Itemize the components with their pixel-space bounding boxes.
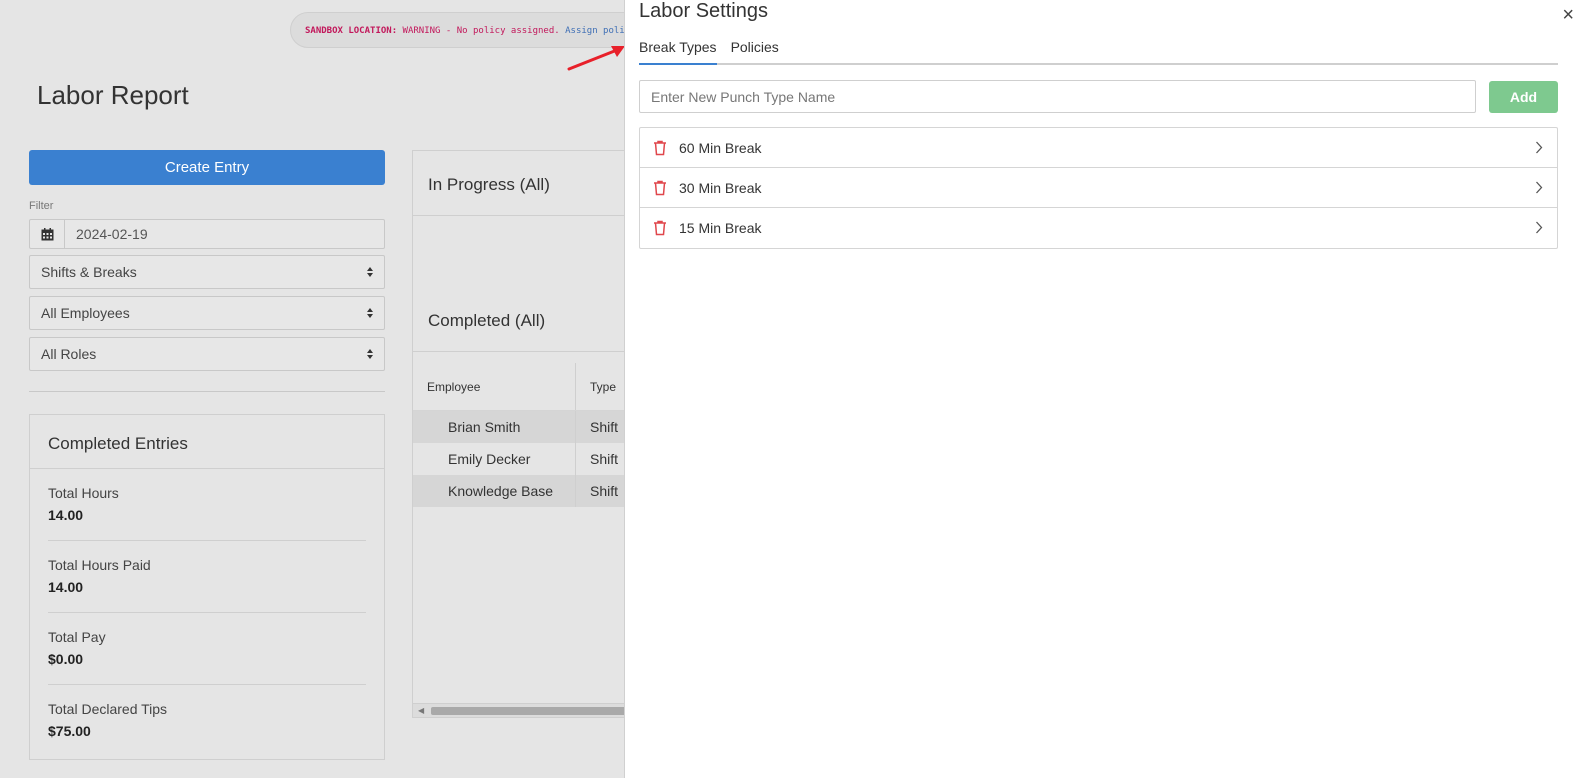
- punch-type-name-input[interactable]: [639, 80, 1476, 113]
- list-item[interactable]: 30 Min Break: [640, 168, 1557, 208]
- scroll-left-icon[interactable]: ◀: [418, 706, 424, 715]
- stat-label: Total Declared Tips: [48, 701, 168, 717]
- stat-total-pay: Total Pay $0.00: [48, 613, 366, 685]
- employee-cell: Emily Decker: [413, 443, 576, 475]
- stat-label: Total Pay: [48, 629, 106, 645]
- stat-label: Total Hours Paid: [48, 557, 151, 573]
- employee-cell: Brian Smith: [413, 411, 576, 443]
- labor-settings-drawer: Labor Settings × Break Types Policies Ad…: [624, 0, 1592, 778]
- filter-label: Filter: [29, 200, 54, 212]
- settings-tabs: Break Types Policies: [639, 36, 1558, 65]
- table-row[interactable]: Emily Decker Shift: [413, 443, 651, 475]
- employee-select-value: All Employees: [41, 305, 130, 321]
- type-cell: Shift: [590, 451, 619, 467]
- break-types-list: 60 Min Break 30 Min Break 15 Min Break: [639, 127, 1558, 249]
- list-item[interactable]: 15 Min Break: [640, 208, 1557, 248]
- sandbox-warning: WARNING - No policy assigned.: [402, 26, 560, 36]
- stat-value: $75.00: [48, 723, 91, 739]
- select-arrows-icon: [367, 267, 373, 277]
- close-icon[interactable]: ×: [1562, 4, 1574, 27]
- completed-entries-card: Completed Entries Total Hours 14.00 Tota…: [29, 414, 385, 760]
- create-entry-button[interactable]: Create Entry: [29, 150, 385, 185]
- stat-total-declared-tips: Total Declared Tips $75.00: [48, 685, 366, 757]
- date-value[interactable]: 2024-02-19: [65, 220, 148, 248]
- divider: [413, 215, 651, 216]
- chevron-right-icon: [1536, 181, 1543, 194]
- trash-icon[interactable]: [653, 180, 667, 196]
- role-select[interactable]: All Roles: [29, 337, 385, 371]
- stat-value: 14.00: [48, 579, 84, 595]
- tab-policies[interactable]: Policies: [731, 36, 779, 65]
- chevron-right-icon: [1536, 221, 1543, 234]
- employee-cell: Knowledge Base: [413, 475, 576, 507]
- entries-panel: In Progress (All) Completed (All) Employ…: [412, 150, 652, 718]
- table-row[interactable]: Knowledge Base Shift: [413, 475, 651, 507]
- date-filter-field[interactable]: 2024-02-19: [29, 219, 385, 249]
- completed-entries-title: Completed Entries: [30, 415, 384, 469]
- entries-table: Employee Type Brian Smith Shift Emily De…: [413, 363, 651, 507]
- column-header-employee[interactable]: Employee: [413, 363, 576, 410]
- scrollbar-thumb[interactable]: [431, 707, 651, 715]
- page-title: Labor Report: [37, 80, 189, 110]
- sandbox-tag: SANDBOX LOCATION:: [305, 26, 398, 36]
- employee-select[interactable]: All Employees: [29, 296, 385, 330]
- stat-label: Total Hours: [48, 485, 119, 501]
- stat-value: $0.00: [48, 651, 84, 667]
- add-button[interactable]: Add: [1489, 81, 1558, 113]
- table-header: Employee Type: [413, 363, 651, 411]
- chevron-right-icon: [1536, 141, 1543, 154]
- annotation-arrow-icon: [567, 46, 625, 71]
- drawer-title: Labor Settings: [639, 0, 768, 22]
- type-cell: Shift: [590, 419, 619, 435]
- divider: [29, 391, 385, 392]
- stat-value: 14.00: [48, 507, 84, 523]
- break-type-label: 15 Min Break: [679, 220, 762, 236]
- type-select-value: Shifts & Breaks: [41, 264, 137, 280]
- break-type-label: 60 Min Break: [679, 139, 762, 156]
- role-select-value: All Roles: [41, 346, 97, 362]
- type-cell: Shift: [590, 483, 619, 499]
- table-row[interactable]: Brian Smith Shift: [413, 411, 651, 443]
- type-select[interactable]: Shifts & Breaks: [29, 255, 385, 289]
- horizontal-scrollbar[interactable]: ◀: [413, 703, 651, 717]
- tab-break-types[interactable]: Break Types: [639, 36, 717, 65]
- select-arrows-icon: [367, 349, 373, 359]
- stat-total-hours: Total Hours 14.00: [48, 469, 366, 541]
- select-arrows-icon: [367, 308, 373, 318]
- break-type-label: 30 Min Break: [679, 179, 762, 196]
- trash-icon[interactable]: [653, 220, 667, 236]
- divider: [413, 351, 651, 352]
- calendar-icon[interactable]: [30, 220, 65, 248]
- list-item[interactable]: 60 Min Break: [640, 128, 1557, 168]
- in-progress-title: In Progress (All): [428, 175, 550, 194]
- completed-title: Completed (All): [428, 311, 546, 330]
- column-header-type[interactable]: Type: [576, 380, 616, 394]
- trash-icon[interactable]: [653, 140, 667, 156]
- stat-total-hours-paid: Total Hours Paid 14.00: [48, 541, 366, 613]
